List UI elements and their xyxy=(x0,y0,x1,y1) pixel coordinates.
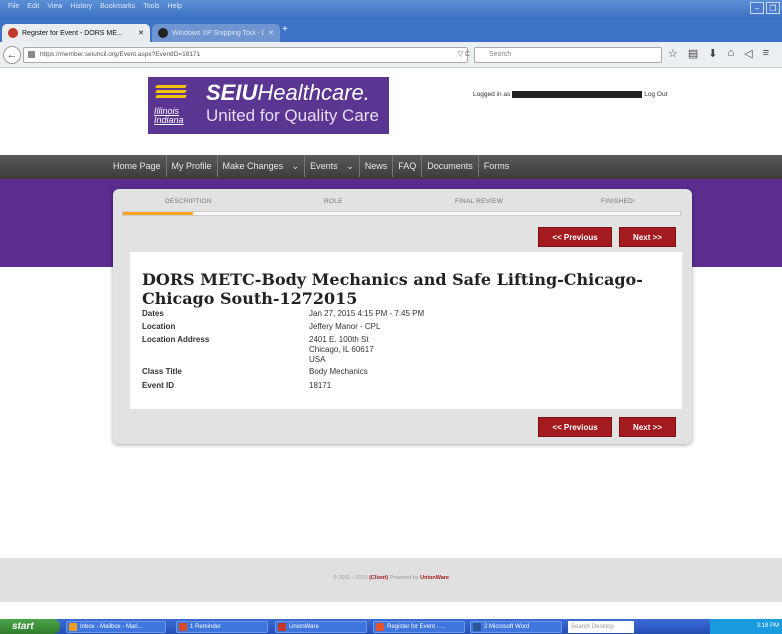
field-label-class-title: Class Title xyxy=(142,367,182,376)
restore-icon[interactable]: ❐ xyxy=(766,2,780,14)
field-value-address-line1: 2401 E. 100th St xyxy=(309,335,369,344)
search-placeholder: Search xyxy=(489,51,512,58)
taskbar-item[interactable]: UnionWare xyxy=(275,621,367,633)
browser-menu-file[interactable]: File xyxy=(4,1,23,13)
step-final-review: FINAL REVIEW xyxy=(455,198,504,205)
app-icon xyxy=(278,623,286,631)
desktop-search-input[interactable]: Search Desktop xyxy=(568,621,634,633)
back-arrow-icon[interactable]: ← xyxy=(3,46,21,64)
app-icon xyxy=(473,623,481,631)
nav-item-events[interactable]: Events ⌄ xyxy=(305,155,360,177)
field-label-location: Location xyxy=(142,322,176,331)
download-icon[interactable]: ⬇ xyxy=(708,47,717,60)
app-icon xyxy=(179,623,187,631)
previous-button-top[interactable]: << Previous xyxy=(538,227,612,247)
logo-brand: SEIUHealthcare. xyxy=(206,80,370,105)
tab-label: Register for Event - DORS ME... xyxy=(22,29,123,37)
home-icon[interactable]: ⌂ xyxy=(728,47,735,60)
wizard-progress-fill xyxy=(123,212,193,215)
nav-item-documents[interactable]: Documents xyxy=(422,155,479,177)
nav-item-forms[interactable]: Forms xyxy=(479,155,515,177)
step-finished: FINISHED! xyxy=(601,198,635,205)
new-tab-button[interactable]: + xyxy=(282,24,296,38)
nav-item-make-changes[interactable]: Make Changes ⌄ xyxy=(218,155,306,177)
url-text: https://member.seiuhcil.org/Event.aspx?E… xyxy=(40,51,201,58)
start-button[interactable]: start xyxy=(0,619,60,634)
footer-text: © 2011 - 2015 (Client) Powered by UnionW… xyxy=(333,575,449,581)
browser-menubar: File Edit View History Bookmarks Tools Help – … xyxy=(0,0,782,20)
app-icon xyxy=(376,623,384,631)
close-tab-icon[interactable]: ✕ xyxy=(138,29,144,37)
field-value-class-title: Body Mechanics xyxy=(309,367,368,376)
field-label-dates: Dates xyxy=(142,309,164,318)
logged-in-status: Logged in as Log Out xyxy=(473,91,668,98)
app-icon xyxy=(69,623,77,631)
logo-state: Illinois Indiana xyxy=(154,106,184,125)
taskbar-item[interactable]: Register for Event - ... xyxy=(373,621,465,633)
bookmark-star-icon[interactable]: ☆ xyxy=(668,47,678,60)
next-button-bottom[interactable]: Next >> xyxy=(619,417,676,437)
browser-menu-view[interactable]: View xyxy=(43,1,66,13)
field-value-address-line2: Chicago, IL 60617 xyxy=(309,345,374,354)
field-value-address-line3: USA xyxy=(309,355,326,364)
tab-label: Windows XP Snipping Tool - D... xyxy=(172,29,265,37)
page-favicon-icon xyxy=(158,28,168,38)
lock-icon xyxy=(28,51,35,58)
logo-tagline: United for Quality Care xyxy=(206,106,379,125)
nav-item-news[interactable]: News xyxy=(360,155,394,177)
field-value-event-id: 18171 xyxy=(309,381,332,390)
chevron-down-icon: ⌄ xyxy=(289,161,300,171)
field-label-address: Location Address xyxy=(142,335,210,344)
browser-menu-history[interactable]: History xyxy=(66,1,96,13)
nav-item-home-page[interactable]: Home Page xyxy=(108,155,167,177)
browser-menu-help[interactable]: Help xyxy=(164,1,186,13)
browser-menu-edit[interactable]: Edit xyxy=(23,1,43,13)
nav-item-my-profile[interactable]: My Profile xyxy=(167,155,218,177)
seiu-healthcare-logo[interactable]: Illinois Indiana SEIUHealthcare. United f… xyxy=(148,77,389,134)
step-role: ROLE xyxy=(324,198,343,205)
browser-menu-tools[interactable]: Tools xyxy=(139,1,163,13)
unionware-link[interactable]: UnionWare xyxy=(420,575,449,581)
site-nav: Home Page My Profile Make Changes ⌄ Events … xyxy=(0,155,782,179)
url-bar[interactable]: https://member.seiuhcil.org/Event.aspx?E… xyxy=(23,47,468,63)
chevron-down-icon: ⌄ xyxy=(343,161,354,171)
clock: 3:18 PM xyxy=(756,623,779,629)
browser-toolbar-icons: ☆ ▤ ⬇ ⌂ ◁ ≡ xyxy=(668,47,769,60)
next-button-top[interactable]: Next >> xyxy=(619,227,676,247)
minimize-icon[interactable]: – xyxy=(750,2,764,14)
event-title: DORS METC-Body Mechanics and Safe Liftin… xyxy=(142,270,643,308)
logo-stripes-icon xyxy=(155,85,187,101)
browser-tab[interactable]: Windows XP Snipping Tool - D... ✕ xyxy=(152,24,280,42)
close-tab-icon[interactable]: ✕ xyxy=(268,29,274,37)
taskbar-item[interactable]: Inbox - Mailbox - Mari... xyxy=(66,621,166,633)
system-tray: 3:18 PM xyxy=(710,619,782,634)
wizard-progress-bar xyxy=(122,211,681,216)
browser-search-input[interactable]: Search xyxy=(474,47,662,63)
browser-tab-active[interactable]: Register for Event - DORS ME... ✕ xyxy=(2,24,150,42)
nav-item-faq[interactable]: FAQ xyxy=(393,155,423,177)
menu-icon[interactable]: ≡ xyxy=(763,47,769,60)
step-description: DESCRIPTION xyxy=(165,198,212,205)
unionware-favicon-icon xyxy=(8,28,18,38)
field-label-event-id: Event ID xyxy=(142,381,175,390)
browser-menu-bookmarks[interactable]: Bookmarks xyxy=(96,1,139,13)
redacted-username xyxy=(512,91,643,98)
previous-button-bottom[interactable]: << Previous xyxy=(538,417,612,437)
field-value-dates: Jan 27, 2015 4:15 PM - 7:45 PM xyxy=(309,309,425,318)
reload-icon[interactable]: ▽ C xyxy=(418,47,470,63)
reading-list-icon[interactable]: ▤ xyxy=(688,47,698,60)
field-value-location: Jeffery Manor - CPL xyxy=(309,322,381,331)
taskbar-item[interactable]: 2 Microsoft Word xyxy=(470,621,562,633)
taskbar-item[interactable]: 1 Reminder xyxy=(176,621,268,633)
logout-link[interactable]: Log Out xyxy=(644,91,667,98)
pocket-icon[interactable]: ◁ xyxy=(744,47,752,60)
